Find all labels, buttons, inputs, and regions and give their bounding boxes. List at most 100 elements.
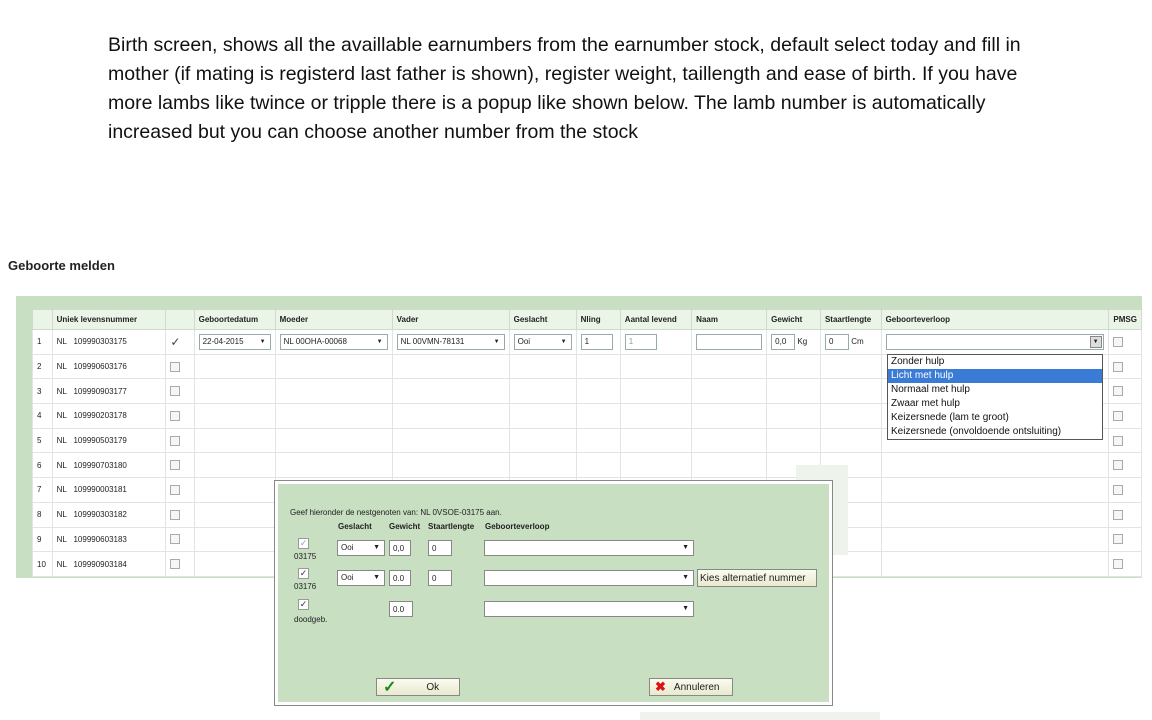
lamb3-checkbox[interactable]: ✓ [298, 599, 309, 610]
header-birth: Geboorteverloop [485, 522, 550, 531]
alive-input[interactable]: 1 [624, 333, 657, 350]
pmsg-cell [1108, 526, 1142, 553]
description-text: Birth screen, shows all the availlable e… [108, 34, 1021, 143]
country-code: NL [56, 559, 67, 569]
pmsg-checkbox[interactable] [1113, 484, 1124, 495]
tail-input[interactable]: 0 [824, 333, 849, 350]
birth-select[interactable]: ▼ [885, 333, 1104, 350]
select-checkbox[interactable] [170, 460, 181, 471]
close-icon: ✖ [655, 679, 666, 694]
select-checkbox[interactable] [170, 559, 181, 570]
cancel-button[interactable]: ✖ Annuleren [649, 678, 733, 696]
date-select[interactable]: 22-04-2015 ▼ [198, 333, 271, 350]
lamb1-checkbox[interactable]: ✓ [298, 538, 309, 549]
weight-input[interactable]: 0,0 [771, 333, 796, 350]
dropdown-option[interactable]: Keizersnede (lam te groot) [888, 411, 1102, 425]
name-input[interactable] [696, 333, 763, 350]
col-mother[interactable]: Moeder [274, 309, 393, 330]
pmsg-checkbox[interactable] [1113, 386, 1124, 397]
popup-body: Geef hieronder de nestgenoten van: NL 0V… [278, 484, 829, 702]
earnumber: 109990903177 [73, 386, 127, 396]
pmsg-checkbox[interactable] [1113, 410, 1124, 421]
alive-cell: 1 [619, 329, 693, 355]
lamb3-birth-select[interactable]: ▼ [484, 601, 694, 617]
select-checkbox[interactable] [170, 410, 181, 421]
pmsg-cell [1108, 403, 1142, 429]
select-checkbox[interactable] [170, 534, 181, 545]
row-number: 2 [32, 353, 53, 380]
nling-input[interactable]: 1 [580, 333, 613, 350]
col-date[interactable]: Geboortedatum [193, 309, 276, 330]
pmsg-checkbox[interactable] [1113, 336, 1124, 347]
col-earnumber[interactable]: Uniek levensnummer [51, 309, 167, 330]
lamb2-birth-select[interactable]: ▼ [484, 570, 694, 586]
select-checkbox[interactable] [170, 509, 181, 520]
gender-select[interactable]: Ooi ▼ [513, 333, 572, 350]
alternative-number-button[interactable]: Kies alternatief nummer [697, 569, 817, 587]
nling-cell: 1 [575, 329, 621, 355]
pmsg-checkbox[interactable] [1113, 361, 1124, 372]
col-gender[interactable]: Geslacht [508, 309, 577, 330]
select-checkbox[interactable] [170, 435, 181, 446]
pmsg-checkbox[interactable] [1113, 460, 1124, 471]
row-number: 4 [32, 403, 53, 429]
select-cell [165, 353, 195, 380]
lamb2-gender-select[interactable]: Ooi ▼ [337, 570, 385, 586]
pmsg-checkbox[interactable] [1113, 509, 1124, 520]
earnumber-cell: NL 109990903177 [51, 378, 167, 405]
dropdown-arrow-icon: ▼ [376, 338, 383, 345]
col-nling[interactable]: Nling [575, 309, 621, 330]
col-pmsg[interactable]: PMSG [1108, 309, 1142, 330]
row-number: 5 [32, 427, 53, 454]
dropdown-option[interactable]: Normaal met hulp [888, 383, 1102, 397]
cancel-button-label: Annuleren [673, 681, 720, 693]
earnumber: 109990603183 [73, 534, 127, 544]
pmsg-checkbox[interactable] [1113, 559, 1124, 570]
lamb1-tail-input[interactable]: 0 [428, 540, 452, 556]
lamb2-tail-input[interactable]: 0 [428, 570, 452, 586]
select-checkbox[interactable] [170, 386, 181, 397]
lamb2-weight-input[interactable]: 0.0 [389, 570, 411, 586]
col-father[interactable]: Vader [391, 309, 510, 330]
select-cell [165, 378, 195, 405]
gender-cell: Ooi ▼ [508, 329, 577, 355]
select-checkbox[interactable] [170, 361, 181, 372]
lamb1-birth-select[interactable]: ▼ [484, 540, 694, 556]
pmsg-cell [1108, 501, 1142, 528]
lamb3-weight-input[interactable]: 0.0 [389, 601, 413, 617]
dropdown-option[interactable]: Licht met hulp [888, 369, 1102, 383]
row-number: 7 [32, 477, 53, 503]
ok-button[interactable]: ✓ Ok [376, 678, 460, 696]
checkmark-icon[interactable]: ✓ [170, 336, 182, 348]
dropdown-option[interactable]: Keizersnede (onvoldoende ontsluiting) [888, 425, 1102, 439]
lamb1-weight-input[interactable]: 0,0 [389, 540, 411, 556]
col-birth[interactable]: Geboorteverloop [880, 309, 1110, 330]
select-cell [165, 403, 195, 429]
background-strip [640, 712, 880, 720]
earnumber: 109990303175 [73, 337, 127, 347]
dropdown-arrow-icon[interactable]: ▼ [1089, 335, 1102, 348]
pmsg-cell [1108, 329, 1142, 355]
col-tail[interactable]: Staartlengte [819, 309, 882, 330]
dropdown-option[interactable]: Zonder hulp [888, 355, 1102, 369]
select-checkbox[interactable] [170, 484, 181, 495]
country-code: NL [56, 436, 67, 446]
lamb2-checkbox[interactable]: ✓ [298, 568, 309, 579]
father-select[interactable]: NL 00VMN-78131 ▼ [396, 333, 505, 350]
dropdown-arrow-icon: ▼ [373, 574, 380, 581]
col-alive[interactable]: Aantal levend [619, 309, 693, 330]
pmsg-cell [1108, 452, 1142, 479]
pmsg-checkbox[interactable] [1113, 435, 1124, 446]
tail-unit: Cm [851, 336, 864, 346]
select-cell [165, 427, 195, 454]
pmsg-cell [1108, 551, 1142, 577]
date-cell: 22-04-2015 ▼ [193, 329, 276, 355]
lamb1-gender-select[interactable]: Ooi ▼ [337, 540, 385, 556]
mother-select[interactable]: NL 00OHA-00068 ▼ [279, 333, 388, 350]
pmsg-checkbox[interactable] [1113, 534, 1124, 545]
dropdown-option[interactable]: Zwaar met hulp [888, 397, 1102, 411]
col-weight[interactable]: Gewicht [766, 309, 821, 330]
dropdown-arrow-icon: ▼ [259, 338, 266, 345]
country-code: NL [56, 411, 67, 421]
col-name[interactable]: Naam [691, 309, 768, 330]
